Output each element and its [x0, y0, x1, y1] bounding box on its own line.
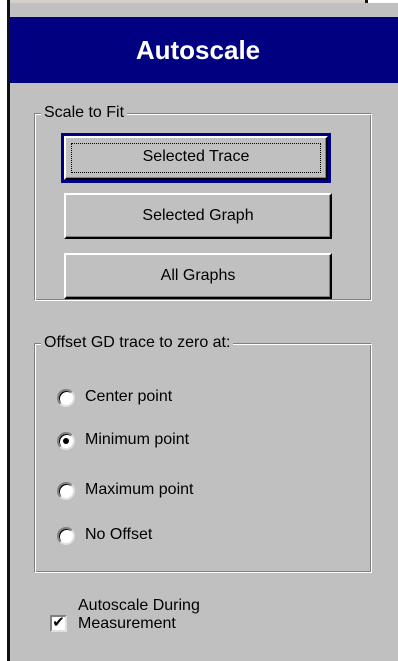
selected-graph-label: Selected Graph [142, 207, 254, 224]
scale-to-fit-group: Scale to Fit Selected Trace Selected Gra… [34, 103, 372, 301]
radio-minimum-point-label: Minimum point [85, 431, 190, 448]
radio-button-selected-icon [57, 432, 75, 450]
checkmark-icon: ✔ [52, 613, 65, 631]
radio-center-point-label: Center point [85, 388, 173, 405]
autoscale-during-measurement-checkbox[interactable]: ✔ [50, 613, 67, 632]
radio-no-offset-label: No Offset [85, 526, 153, 543]
autoscale-window: Autoscale Scale to Fit Selected Trace Se… [0, 0, 398, 661]
radio-maximum-point-label: Maximum point [85, 481, 194, 498]
autoscale-during-measurement-label[interactable]: Autoscale During Measurement [78, 597, 200, 633]
selected-trace-button[interactable]: Selected Trace [61, 133, 331, 183]
all-graphs-label: All Graphs [160, 267, 236, 284]
panel-title: Autoscale [135, 35, 261, 65]
all-graphs-button[interactable]: All Graphs [64, 253, 332, 299]
selected-graph-button[interactable]: Selected Graph [64, 193, 332, 239]
focus-indicator [71, 143, 321, 173]
window-edge [0, 0, 6, 661]
radio-dot-icon [63, 438, 69, 444]
radio-button-icon [57, 482, 75, 500]
panel-header: Autoscale [10, 17, 398, 83]
radio-button-icon [57, 389, 75, 407]
scale-to-fit-label: Scale to Fit [41, 103, 128, 123]
offset-group-label: Offset GD trace to zero at: [41, 333, 234, 353]
checkbox-label-line1: Autoscale During [78, 597, 200, 614]
offset-group: Offset GD trace to zero at: Center point… [34, 333, 372, 573]
autoscale-panel: Autoscale Scale to Fit Selected Trace Se… [10, 3, 398, 661]
radio-button-icon [57, 527, 75, 545]
checkbox-label-line2: Measurement [78, 615, 176, 632]
